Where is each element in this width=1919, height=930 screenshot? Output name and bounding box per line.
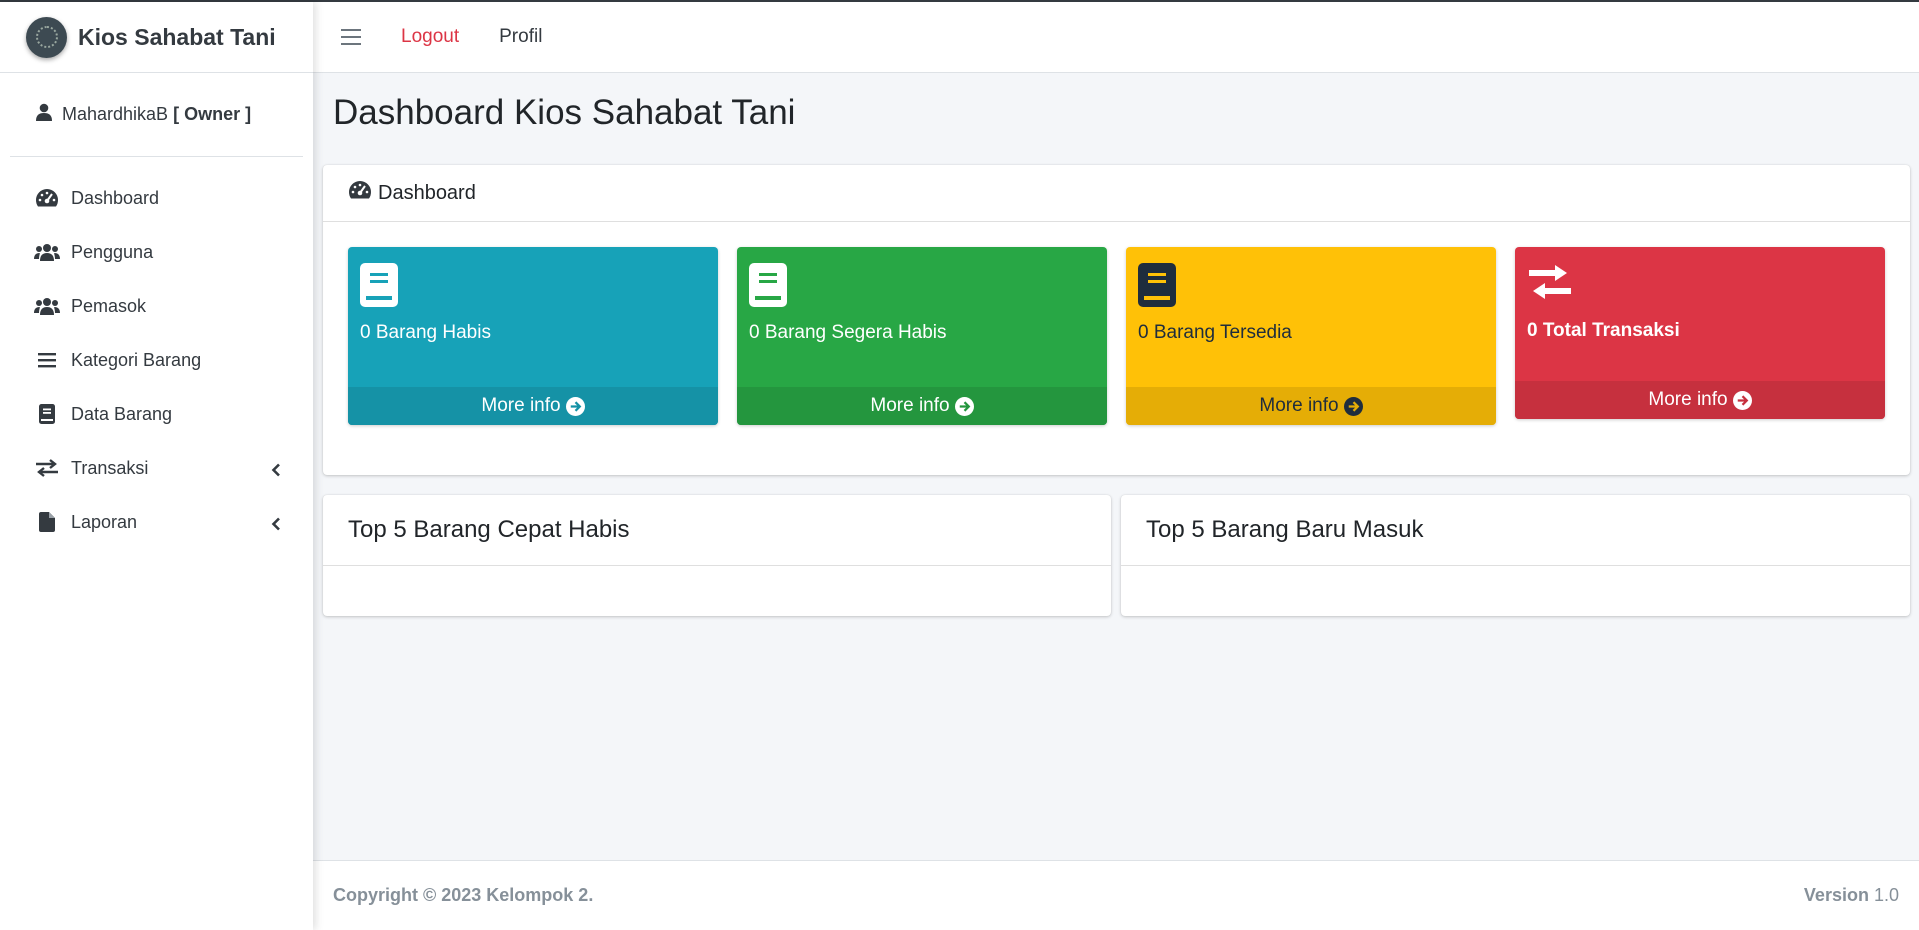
arrow-circle-right-icon [1343,396,1363,416]
sidebar-item-label: Pengguna [71,241,154,262]
users-icon [34,295,60,317]
dashboard-card: Dashboard 0 Barang Habis More info 0 Bar… [323,165,1910,475]
more-info-link[interactable]: More info [1126,387,1496,425]
top-cepat-habis-card: Top 5 Barang Cepat Habis [323,495,1111,616]
user-icon [36,103,52,126]
brand-link[interactable]: Kios Sahabat Tani [0,2,313,73]
more-info-label: More info [870,395,950,416]
version-label: Version [1803,885,1869,905]
exchange-icon [1527,265,1573,305]
card-title: Top 5 Barang Cepat Habis [323,495,1111,566]
top-baru-masuk-card: Top 5 Barang Baru Masuk [1121,495,1910,616]
book-icon [360,263,398,311]
book-icon [1138,263,1176,311]
profile-link[interactable]: Profil [499,26,542,48]
stat-box-barang-habis: 0 Barang Habis More info [348,247,718,425]
brand-logo [26,16,67,58]
tachometer-icon [348,180,372,206]
sidebar: Kios Sahabat Tani MahardhikaB [ Owner ] … [0,2,313,930]
sidebar-nav: Dashboard Pengguna Pemasok Kategori Bara… [0,157,313,549]
stat-box-label: 0 Total Transaksi [1527,320,1680,341]
more-info-label: More info [481,395,561,416]
version-number: 1.0 [1873,885,1899,905]
sidebar-item-transaksi[interactable]: Transaksi [0,441,313,495]
book-icon [34,403,60,425]
sidebar-item-data-barang[interactable]: Data Barang [0,387,313,441]
sidebar-item-label: Dashboard [71,187,160,208]
more-info-link[interactable]: More info [348,387,718,425]
exchange-icon [34,457,60,479]
more-info-label: More info [1259,395,1339,416]
sidebar-item-label: Pemasok [71,295,147,316]
stat-box-label: 0 Barang Tersedia [1138,322,1292,343]
dashboard-card-title: Dashboard [378,181,476,204]
stat-box-barang-segera-habis: 0 Barang Segera Habis More info [737,247,1107,425]
hamburger-menu-icon[interactable] [341,29,361,45]
page-title: Dashboard Kios Sahabat Tani [333,93,796,132]
more-info-label: More info [1648,389,1728,410]
user-name: MahardhikaB [62,104,169,124]
user-role: [ Owner ] [173,104,252,124]
tachometer-icon [34,187,60,209]
card-title: Top 5 Barang Baru Masuk [1121,495,1910,566]
dashboard-card-header: Dashboard [323,165,1910,222]
chevron-left-icon [271,461,283,477]
users-icon [34,241,60,263]
arrow-circle-right-icon [1732,390,1752,410]
version-text: Version 1.0 [1804,885,1899,906]
sidebar-item-label: Kategori Barang [71,349,202,370]
topbar: Logout Profil [313,2,1919,73]
page-footer: Copyright © 2023 Kelompok 2. Version 1.0 [313,860,1919,930]
chevron-left-icon [271,515,283,531]
book-icon [749,263,787,311]
brand-name: Kios Sahabat Tani [78,23,276,50]
sidebar-item-label: Data Barang [71,403,173,424]
logout-link[interactable]: Logout [401,26,459,48]
stat-box-label: 0 Barang Segera Habis [749,322,947,343]
copyright-text: Copyright © 2023 Kelompok 2. [333,885,594,905]
arrow-circle-right-icon [565,396,585,416]
sidebar-item-pengguna[interactable]: Pengguna [0,225,313,279]
list-icon [34,349,60,371]
sidebar-item-label: Laporan [71,511,138,532]
sidebar-item-pemasok[interactable]: Pemasok [0,279,313,333]
stat-box-barang-tersedia: 0 Barang Tersedia More info [1126,247,1496,425]
file-icon [34,511,60,533]
sidebar-item-laporan[interactable]: Laporan [0,495,313,549]
more-info-link[interactable]: More info [737,387,1107,425]
arrow-circle-right-icon [954,396,974,416]
stat-box-total-transaksi: 0 Total Transaksi More info [1515,247,1885,419]
sidebar-item-label: Transaksi [71,457,149,478]
sidebar-item-kategori-barang[interactable]: Kategori Barang [0,333,313,387]
sidebar-item-dashboard[interactable]: Dashboard [0,171,313,225]
stat-box-label: 0 Barang Habis [360,322,491,343]
user-panel: MahardhikaB [ Owner ] [10,73,303,157]
more-info-link[interactable]: More info [1515,381,1885,419]
main-content: Dashboard Kios Sahabat Tani Dashboard 0 … [313,73,1919,860]
